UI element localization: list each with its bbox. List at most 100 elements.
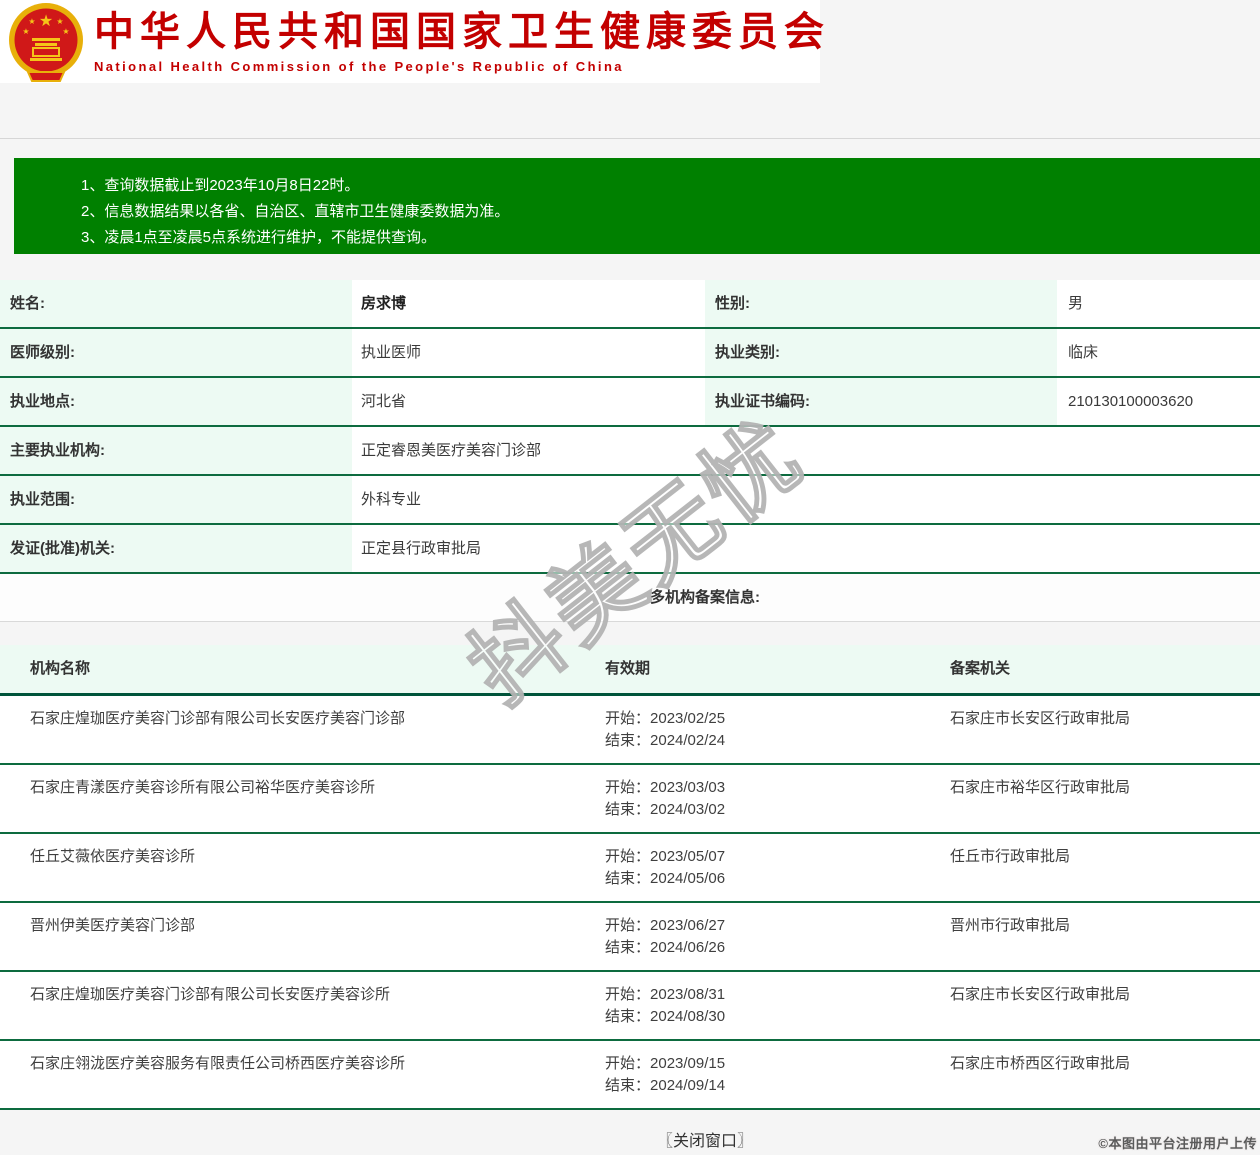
category-label: 执业类别:: [705, 329, 1057, 376]
cell-gap: [697, 280, 705, 327]
end-label: 结束：: [605, 1077, 650, 1094]
notice-line-2: 2、信息数据结果以各省、自治区、直辖市卫生健康委数据为准。: [81, 199, 1260, 225]
issuer-label: 发证(批准)机关:: [0, 525, 352, 572]
info-row-name-gender: 姓名: 房求博 性别: 男: [0, 280, 1260, 329]
table-row: 石家庄煌珈医疗美容门诊部有限公司长安医疗美容诊所 开始：2023/08/31 结…: [0, 972, 1260, 1041]
license-value: 210130100003620: [1057, 378, 1260, 425]
start-label: 开始：: [605, 710, 650, 727]
notice-line-1: 1、查询数据截止到2023年10月8日22时。: [81, 173, 1260, 199]
end-date: 2024/08/30: [650, 1008, 725, 1025]
org-name-cell: 晋州伊美医疗美容门诊部: [0, 903, 575, 970]
svg-text:★: ★: [62, 27, 69, 36]
validity-cell: 开始：2023/03/03 结束：2024/03/02: [575, 765, 945, 832]
info-row-issuer: 发证(批准)机关: 正定县行政审批局: [0, 525, 1260, 574]
authority-cell: 晋州市行政审批局: [945, 903, 1260, 970]
org-name-cell: 石家庄煌珈医疗美容门诊部有限公司长安医疗美容门诊部: [0, 696, 575, 763]
level-value: 执业医师: [352, 329, 697, 376]
table-row: 石家庄煌珈医疗美容门诊部有限公司长安医疗美容门诊部 开始：2023/02/25 …: [0, 696, 1260, 765]
page: ★ ★ ★ ★ ★ 中华人民共和国国家卫生健康委员会 National Heal…: [0, 0, 1260, 1155]
end-date: 2024/06/26: [650, 939, 725, 956]
footer: 〖关闭窗口〗: [0, 1110, 1260, 1155]
scope-value: 外科专业: [352, 476, 1260, 523]
location-value: 河北省: [352, 378, 697, 425]
start-label: 开始：: [605, 917, 650, 934]
org-name-cell: 石家庄翎泷医疗美容服务有限责任公司桥西医疗美容诊所: [0, 1041, 575, 1108]
level-label: 医师级别:: [0, 329, 352, 376]
column-header-org: 机构名称: [0, 645, 575, 693]
svg-text:★: ★: [56, 17, 63, 26]
end-label: 结束：: [605, 1008, 650, 1025]
authority-cell: 石家庄市长安区行政审批局: [945, 696, 1260, 763]
svg-text:★: ★: [28, 17, 35, 26]
end-label: 结束：: [605, 801, 650, 818]
name-label: 姓名:: [0, 280, 352, 327]
authority-cell: 石家庄市长安区行政审批局: [945, 972, 1260, 1039]
column-header-validity: 有效期: [575, 645, 945, 693]
end-date: 2024/09/14: [650, 1077, 725, 1094]
validity-cell: 开始：2023/09/15 结束：2024/09/14: [575, 1041, 945, 1108]
start-label: 开始：: [605, 1055, 650, 1072]
records-table: 机构名称 有效期 备案机关 石家庄煌珈医疗美容门诊部有限公司长安医疗美容门诊部 …: [0, 645, 1260, 1110]
start-date: 2023/06/27: [650, 917, 725, 934]
main-org-label: 主要执业机构:: [0, 427, 352, 474]
info-row-scope: 执业范围: 外科专业: [0, 476, 1260, 525]
national-emblem-icon: ★ ★ ★ ★ ★: [8, 2, 84, 82]
table-row: 晋州伊美医疗美容门诊部 开始：2023/06/27 结束：2024/06/26 …: [0, 903, 1260, 972]
category-value: 临床: [1057, 329, 1260, 376]
issuer-value: 正定县行政审批局: [352, 525, 1260, 572]
org-name-cell: 任丘艾薇依医疗美容诊所: [0, 834, 575, 901]
end-date: 2024/05/06: [650, 870, 725, 887]
multi-org-section-title: 多机构备案信息:: [0, 574, 1260, 622]
end-date: 2024/03/02: [650, 801, 725, 818]
start-label: 开始：: [605, 848, 650, 865]
end-label: 结束：: [605, 870, 650, 887]
corner-watermark: ©本图由平台注册用户上传: [1098, 1133, 1257, 1152]
authority-cell: 石家庄市裕华区行政审批局: [945, 765, 1260, 832]
notice-box: 1、查询数据截止到2023年10月8日22时。 2、信息数据结果以各省、自治区、…: [14, 158, 1260, 254]
site-title: 中华人民共和国国家卫生健康委员会: [94, 10, 830, 54]
column-header-authority: 备案机关: [945, 645, 1260, 693]
table-row: 石家庄青漾医疗美容诊所有限公司裕华医疗美容诊所 开始：2023/03/03 结束…: [0, 765, 1260, 834]
license-label: 执业证书编码:: [705, 378, 1057, 425]
main-org-value: 正定睿恩美医疗美容门诊部: [352, 427, 1260, 474]
end-label: 结束：: [605, 732, 650, 749]
spacer: [0, 139, 1260, 158]
notice-line-3: 3、凌晨1点至凌晨5点系统进行维护，不能提供查询。: [81, 225, 1260, 251]
start-date: 2023/09/15: [650, 1055, 725, 1072]
validity-cell: 开始：2023/05/07 结束：2024/05/06: [575, 834, 945, 901]
info-row-location-license: 执业地点: 河北省 执业证书编码: 210130100003620: [0, 378, 1260, 427]
records-table-header: 机构名称 有效期 备案机关: [0, 645, 1260, 696]
start-date: 2023/05/07: [650, 848, 725, 865]
gender-value: 男: [1057, 280, 1260, 327]
scope-label: 执业范围:: [0, 476, 352, 523]
end-label: 结束：: [605, 939, 650, 956]
gender-label: 性别:: [705, 280, 1057, 327]
location-label: 执业地点:: [0, 378, 352, 425]
start-date: 2023/08/31: [650, 986, 725, 1003]
close-window-link[interactable]: 〖关闭窗口〗: [657, 1133, 753, 1150]
spacer: [0, 622, 1260, 645]
start-date: 2023/02/25: [650, 710, 725, 727]
validity-cell: 开始：2023/08/31 结束：2024/08/30: [575, 972, 945, 1039]
table-row: 石家庄翎泷医疗美容服务有限责任公司桥西医疗美容诊所 开始：2023/09/15 …: [0, 1041, 1260, 1110]
start-date: 2023/03/03: [650, 779, 725, 796]
validity-cell: 开始：2023/02/25 结束：2024/02/24: [575, 696, 945, 763]
doctor-info-table: 姓名: 房求博 性别: 男 医师级别: 执业医师 执业类别: 临床 执业地点: …: [0, 280, 1260, 574]
start-label: 开始：: [605, 986, 650, 1003]
authority-cell: 石家庄市桥西区行政审批局: [945, 1041, 1260, 1108]
start-label: 开始：: [605, 779, 650, 796]
cell-gap: [697, 329, 705, 376]
name-value: 房求博: [352, 280, 697, 327]
end-date: 2024/02/24: [650, 732, 725, 749]
spacer: [0, 254, 1260, 280]
org-name-cell: 石家庄青漾医疗美容诊所有限公司裕华医疗美容诊所: [0, 765, 575, 832]
cell-gap: [697, 378, 705, 425]
table-row: 任丘艾薇依医疗美容诊所 开始：2023/05/07 结束：2024/05/06 …: [0, 834, 1260, 903]
org-name-cell: 石家庄煌珈医疗美容门诊部有限公司长安医疗美容诊所: [0, 972, 575, 1039]
header-panel: ★ ★ ★ ★ ★ 中华人民共和国国家卫生健康委员会 National Heal…: [0, 0, 820, 83]
info-row-main-org: 主要执业机构: 正定睿恩美医疗美容门诊部: [0, 427, 1260, 476]
authority-cell: 任丘市行政审批局: [945, 834, 1260, 901]
svg-text:★: ★: [39, 13, 53, 30]
site-subtitle: National Health Commission of the People…: [94, 59, 830, 74]
info-row-level-category: 医师级别: 执业医师 执业类别: 临床: [0, 329, 1260, 378]
